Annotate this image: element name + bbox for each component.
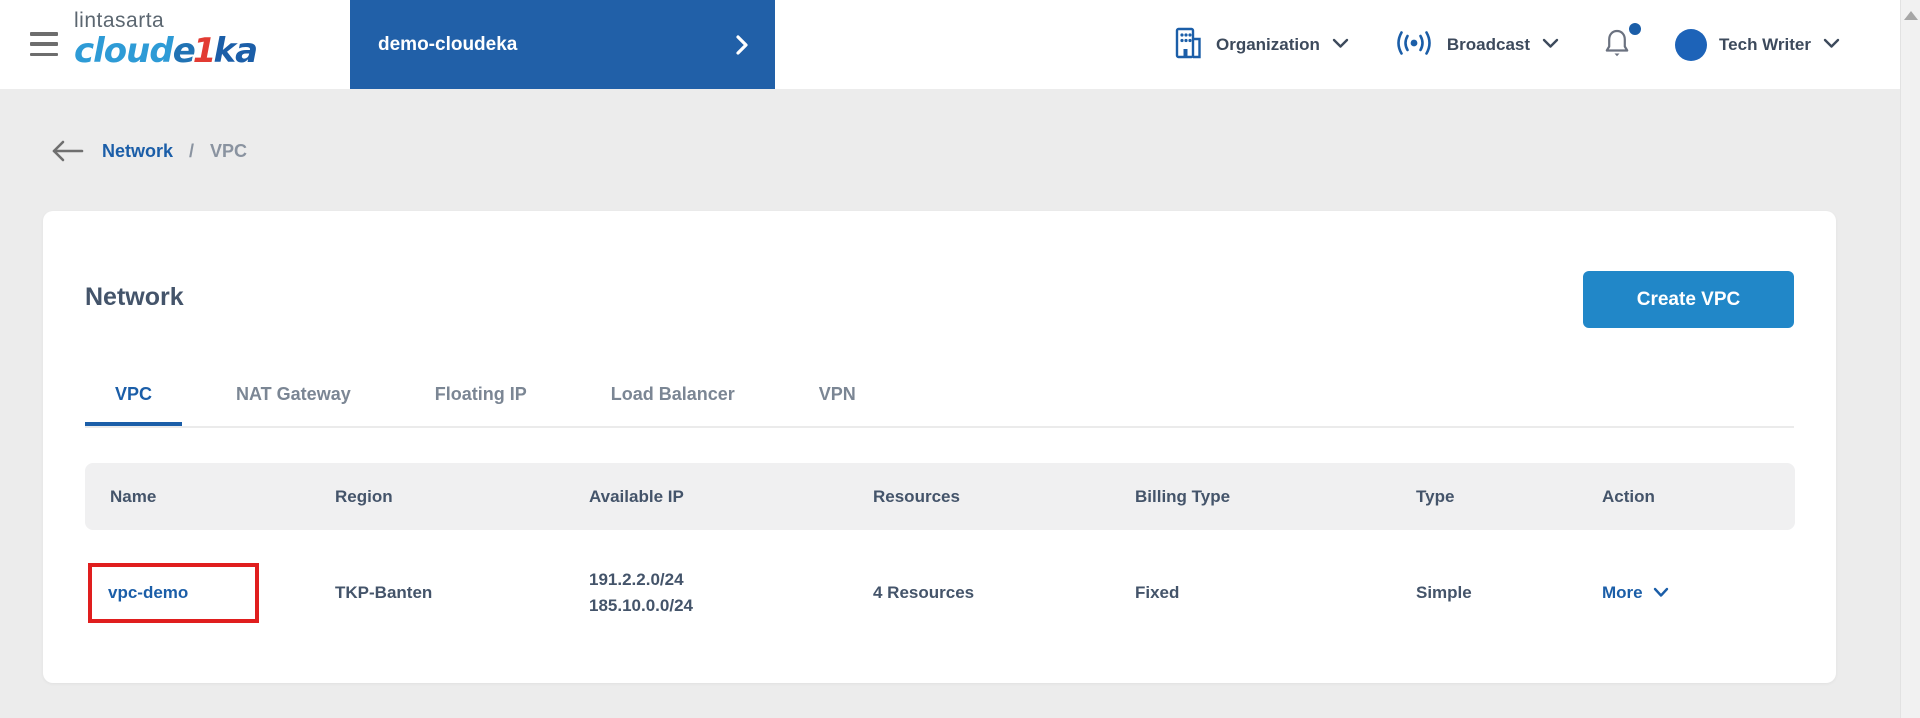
column-header-action: Action — [1602, 486, 1655, 506]
ip-address-1: 191.2.2.0/24 — [589, 570, 684, 589]
tab-nat-gateway[interactable]: NAT Gateway — [206, 366, 381, 426]
notification-badge-dot — [1629, 23, 1642, 35]
column-header-billing-type: Billing Type — [1135, 486, 1231, 506]
annotation-highlight-box: vpc-demo — [88, 563, 259, 623]
hamburger-menu-icon[interactable] — [30, 32, 58, 56]
project-name: demo-cloudeka — [378, 33, 518, 55]
logo-cloudeka-text: cloude1ka — [74, 31, 258, 71]
notifications-button[interactable] — [1603, 23, 1642, 62]
more-actions-button[interactable]: More — [1602, 583, 1669, 603]
broadcast-menu[interactable]: Broadcast — [1393, 29, 1559, 60]
top-header: lintasarta cloude1ka demo-cloudeka Organ… — [0, 0, 1920, 89]
tab-floating-ip[interactable]: Floating IP — [405, 366, 557, 426]
vpc-name-link[interactable]: vpc-demo — [108, 583, 188, 603]
create-vpc-button[interactable]: Create VPC — [1583, 271, 1794, 328]
chevron-down-icon — [1542, 37, 1559, 52]
chevron-down-icon — [1332, 37, 1349, 52]
broadcast-icon — [1393, 29, 1435, 60]
breadcrumb: Network / VPC — [46, 139, 247, 163]
back-arrow-icon[interactable] — [46, 139, 86, 163]
user-avatar — [1675, 28, 1708, 61]
user-menu[interactable]: Tech Writer — [1675, 28, 1840, 61]
page-scrollbar[interactable] — [1900, 0, 1920, 718]
chevron-down-icon — [1653, 586, 1669, 601]
column-header-name: Name — [110, 486, 157, 506]
column-header-region: Region — [335, 486, 393, 506]
network-card: Network Create VPC VPC NAT Gateway Float… — [43, 211, 1836, 683]
header-actions: Organization Broadcast Tech Writer — [1172, 0, 1840, 89]
breadcrumb-network-link[interactable]: Network — [102, 141, 173, 162]
column-header-type: Type — [1416, 486, 1455, 506]
breadcrumb-separator: / — [189, 140, 195, 161]
cell-type: Simple — [1416, 583, 1472, 602]
page-title: Network — [85, 283, 184, 311]
organization-menu[interactable]: Organization — [1172, 26, 1349, 63]
chevron-right-icon — [736, 34, 749, 56]
cell-region: TKP-Banten — [335, 583, 433, 602]
organization-building-icon — [1172, 26, 1204, 63]
table-row: vpc-demo TKP-Banten 191.2.2.0/24 185.10.… — [85, 530, 1795, 656]
cell-resources: 4 Resources — [873, 583, 975, 602]
bell-icon — [1603, 29, 1631, 62]
column-header-available-ip: Available IP — [589, 486, 684, 506]
broadcast-label: Broadcast — [1446, 34, 1531, 54]
column-header-resources: Resources — [873, 486, 960, 506]
breadcrumb-current: VPC — [210, 140, 248, 161]
scrollbar-up-arrow-icon[interactable] — [1904, 11, 1918, 20]
table-header: Name Region Available IP Resources Billi… — [85, 463, 1795, 530]
chevron-down-icon — [1823, 37, 1840, 52]
ip-address-2: 185.10.0.0/24 — [589, 596, 693, 615]
tab-load-balancer[interactable]: Load Balancer — [581, 366, 765, 426]
cloudeka-logo: lintasarta cloude1ka — [74, 9, 258, 71]
tab-vpc[interactable]: VPC — [85, 366, 183, 426]
more-label: More — [1602, 583, 1643, 602]
project-selector-banner[interactable]: demo-cloudeka — [350, 0, 775, 89]
user-name: Tech Writer — [1719, 34, 1811, 54]
logo-lintasarta-text: lintasarta — [74, 9, 165, 32]
cell-billing-type: Fixed — [1135, 583, 1180, 602]
tab-vpn[interactable]: VPN — [789, 366, 886, 426]
cell-available-ip: 191.2.2.0/24 185.10.0.0/24 — [589, 567, 873, 619]
network-tabs: VPC NAT Gateway Floating IP Load Balance… — [85, 366, 1794, 428]
organization-label: Organization — [1216, 34, 1320, 54]
